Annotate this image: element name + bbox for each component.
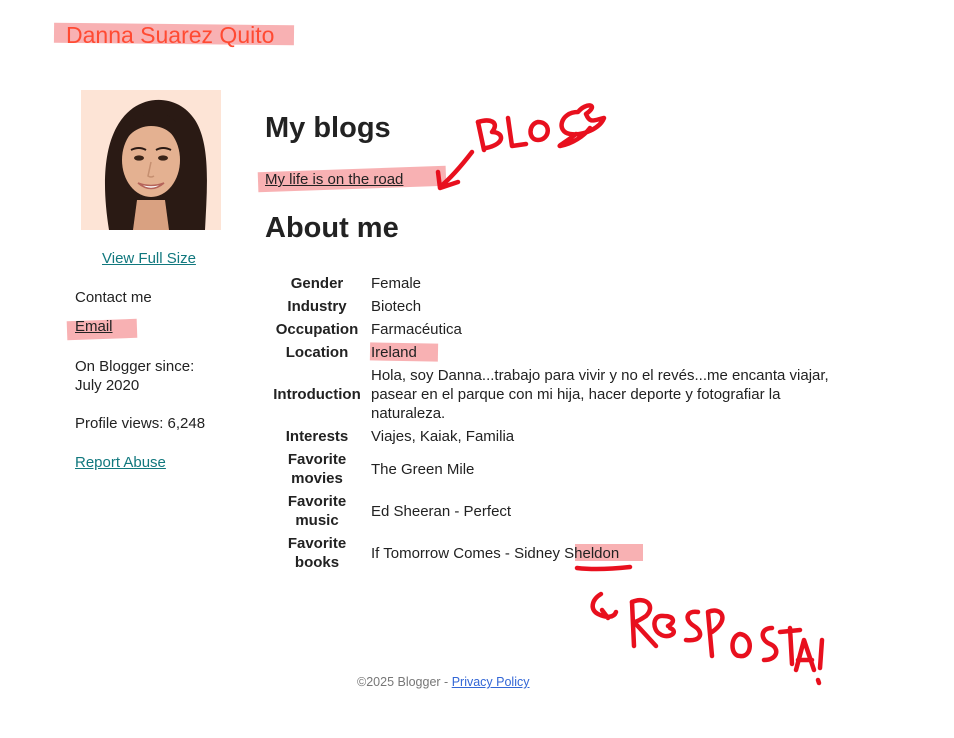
about-value: If Tomorrow Comes - Sidney Sheldon xyxy=(371,532,841,574)
about-label: Favorite music xyxy=(287,493,347,529)
blogger-since-date: July 2020 xyxy=(75,377,140,394)
about-row-favorite-books: Favorite books If Tomorrow Comes - Sidne… xyxy=(268,532,841,574)
view-full-size-link[interactable]: View Full Size xyxy=(102,250,196,267)
about-table: Gender Female Industry Biotech Occupatio… xyxy=(268,272,841,574)
about-row-industry: Industry Biotech xyxy=(268,295,841,318)
about-value: Ireland xyxy=(371,344,417,361)
about-label: Favorite movies xyxy=(287,451,347,487)
report-abuse-link[interactable]: Report Abuse xyxy=(75,454,166,471)
avatar[interactable] xyxy=(81,90,221,230)
resposta-handwriting-icon xyxy=(590,591,825,686)
footer: ©2025 Blogger - Privacy Policy xyxy=(357,675,529,689)
about-me-heading: About me xyxy=(265,212,399,244)
profile-name: Danna Suarez Quito xyxy=(66,22,275,48)
about-value: The Green Mile xyxy=(371,460,475,478)
blog-handwriting-icon xyxy=(475,103,607,153)
about-value: Biotech xyxy=(371,298,422,315)
about-row-occupation: Occupation Farmacéutica xyxy=(268,318,841,341)
about-label: Interests xyxy=(285,428,349,445)
about-value: Viajes, Kaiak, Familia xyxy=(371,428,515,445)
book-author-highlight: Sheldon xyxy=(564,544,620,562)
profile-views: Profile views: 6,248 xyxy=(75,415,206,432)
about-value: Ed Sheeran - Perfect xyxy=(371,502,512,520)
blogger-since-label: On Blogger since: xyxy=(75,358,195,375)
about-label: Gender xyxy=(290,275,344,292)
email-link[interactable]: Email xyxy=(75,318,113,335)
footer-copyright: ©2025 Blogger - xyxy=(357,675,452,689)
book-title: If Tomorrow Comes - Sidney xyxy=(371,544,565,562)
about-label: Introduction xyxy=(273,386,361,403)
blogger-since: On Blogger since: July 2020 xyxy=(75,357,194,395)
about-value: Farmacéutica xyxy=(371,321,462,338)
about-row-interests: Interests Viajes, Kaiak, Familia xyxy=(268,425,841,448)
about-value: Female xyxy=(371,275,422,292)
contact-label: Contact me xyxy=(75,289,152,306)
about-row-favorite-movies: Favorite movies The Green Mile xyxy=(268,448,841,490)
about-row-introduction: Introduction Hola, soy Danna...trabajo p… xyxy=(268,364,841,425)
privacy-policy-link[interactable]: Privacy Policy xyxy=(452,675,530,689)
about-value: Hola, soy Danna...trabajo para vivir y n… xyxy=(371,367,829,422)
blog-link[interactable]: My life is on the road xyxy=(265,171,403,188)
about-label: Occupation xyxy=(275,321,359,338)
avatar-photo xyxy=(81,90,221,230)
about-row-gender: Gender Female xyxy=(268,272,841,295)
about-label: Industry xyxy=(287,298,347,315)
about-label: Location xyxy=(285,344,349,361)
about-row-location: Location Ireland xyxy=(268,341,841,364)
my-blogs-heading: My blogs xyxy=(265,112,391,144)
about-row-favorite-music: Favorite music Ed Sheeran - Perfect xyxy=(268,490,841,532)
about-label: Favorite books xyxy=(287,535,347,571)
